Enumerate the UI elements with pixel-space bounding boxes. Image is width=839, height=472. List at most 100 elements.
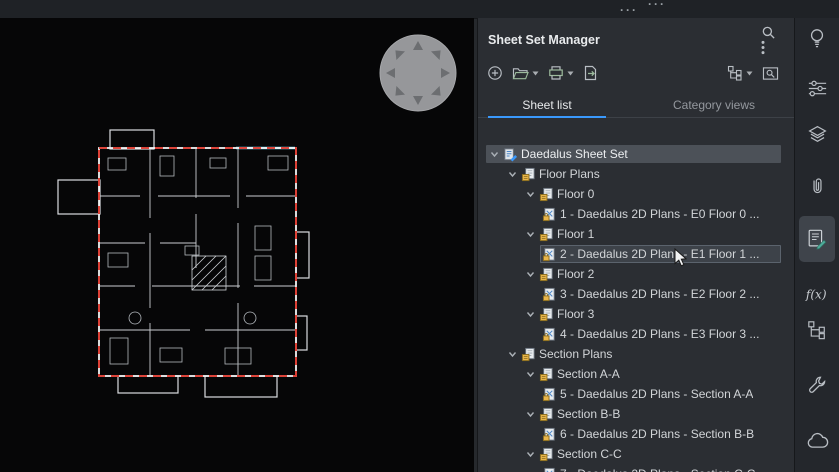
sheet-icon (542, 467, 557, 472)
chevron-down-icon[interactable] (524, 310, 536, 319)
open-sheetset-button[interactable] (511, 65, 540, 82)
sheet-set-manager-icon (806, 228, 828, 250)
sheet-icon (542, 327, 557, 342)
chevron-down-icon[interactable] (524, 230, 536, 239)
cloud-button[interactable] (801, 424, 833, 456)
dropdown-caret-icon (532, 71, 539, 76)
sliders-icon (807, 79, 828, 98)
sheet-set-icon (503, 147, 518, 162)
panel-menu-button[interactable] (761, 40, 776, 55)
tree-item-label: 2 - Daedalus 2D Plans - E1 Floor 1 ... (560, 247, 760, 261)
dropdown-caret-icon (746, 71, 753, 76)
tree-item[interactable]: Floor 2 (478, 264, 781, 284)
tree-item[interactable]: Floor Plans (478, 164, 781, 184)
tree-item[interactable]: Floor 0 (478, 184, 781, 204)
tree-item[interactable]: 4 - Daedalus 2D Plans - E3 Floor 3 ... (478, 324, 781, 344)
tree-item[interactable]: Section C-C (478, 444, 781, 464)
chevron-down-icon[interactable] (506, 170, 518, 179)
chevron-down-icon[interactable] (524, 190, 536, 199)
lightbulb-icon (807, 27, 827, 49)
tab-category-views[interactable]: Category views (636, 92, 792, 117)
tree-item[interactable]: 3 - Daedalus 2D Plans - E2 Floor 2 ... (478, 284, 781, 304)
drawing-canvas[interactable] (0, 18, 474, 472)
subset-icon (539, 187, 554, 202)
chevron-down-icon[interactable] (524, 410, 536, 419)
chevron-down-icon[interactable] (524, 450, 536, 459)
tree-item[interactable]: 5 - Daedalus 2D Plans - Section A-A (478, 384, 781, 404)
tree-item[interactable]: Floor 1 (478, 224, 781, 244)
chevron-down-icon[interactable] (524, 370, 536, 379)
tips-button[interactable] (801, 22, 833, 54)
tree-item-label: 6 - Daedalus 2D Plans - Section B-B (560, 427, 755, 441)
publish-icon (583, 65, 599, 81)
print-button[interactable] (547, 64, 575, 82)
sheet-icon (542, 247, 557, 262)
tree-item-label: 7 - Daedalus 2D Plans - Section C-C (560, 467, 755, 472)
attachments-button[interactable] (801, 170, 833, 202)
structure-icon (807, 320, 827, 340)
tree-item-label: 4 - Daedalus 2D Plans - E3 Floor 3 ... (560, 327, 760, 341)
tree-item[interactable]: Section Plans (478, 344, 781, 364)
tree-item-label: Floor 1 (557, 227, 595, 241)
panel-toolbar (478, 60, 794, 86)
tree-item[interactable]: 7 - Daedalus 2D Plans - Section C-C (478, 464, 781, 472)
panel-header-icons (747, 25, 776, 55)
subset-icon (539, 447, 554, 462)
tree-item-label: Floor Plans (539, 167, 600, 181)
printer-icon (548, 65, 564, 81)
toolbar-left-group (486, 64, 600, 82)
sheet-icon (542, 427, 557, 442)
tree-item-label: Section Plans (539, 347, 613, 361)
overflow-dots[interactable]: ··· (620, 4, 638, 16)
sheet-set-manager-button[interactable] (799, 216, 835, 262)
tree-item[interactable]: Floor 3 (478, 304, 781, 324)
structure-button[interactable] (801, 314, 833, 346)
overflow-dots[interactable]: ··· (648, 0, 666, 10)
panel-tabs: Sheet list Category views (478, 92, 794, 118)
subset-icon (521, 167, 536, 182)
wrench-icon (807, 375, 827, 395)
tree-view-icon (727, 65, 743, 81)
tree-item[interactable]: Section A-A (478, 364, 781, 384)
panel-header: Sheet Set Manager (478, 25, 794, 55)
properties-button[interactable] (801, 72, 833, 104)
fields-button[interactable]: f(x) (801, 278, 833, 310)
tree-item[interactable]: 2 - Daedalus 2D Plans - E1 Floor 1 ... (478, 244, 781, 264)
sheet-tree: Daedalus Sheet Set Floor Plans Floor 0 1 - … (478, 144, 781, 472)
tree-item[interactable]: Daedalus Sheet Set (478, 144, 781, 164)
publish-button[interactable] (582, 64, 600, 82)
tree-item[interactable]: Section B-B (478, 404, 781, 424)
svg-text:f(x): f(x) (805, 288, 827, 302)
tree-item-label: Floor 3 (557, 307, 595, 321)
tree-item-label: Floor 2 (557, 267, 595, 281)
customize-button[interactable] (801, 369, 833, 401)
chevron-down-icon[interactable] (506, 350, 518, 359)
search-icon (761, 25, 776, 40)
search-button[interactable] (761, 25, 776, 40)
view-options-button[interactable] (726, 64, 754, 82)
new-sheet-button[interactable] (486, 64, 504, 82)
tree-item[interactable]: 1 - Daedalus 2D Plans - E0 Floor 0 ... (478, 204, 781, 224)
tree-item-label: Section A-A (557, 367, 620, 381)
tree-item[interactable]: 6 - Daedalus 2D Plans - Section B-B (478, 424, 781, 444)
top-bar: ··· ··· (0, 0, 839, 19)
subset-icon (539, 267, 554, 282)
tab-sheet-list[interactable]: Sheet list (488, 92, 606, 117)
chevron-down-icon[interactable] (524, 270, 536, 279)
fx-icon: f(x) (805, 285, 830, 303)
chevron-down-icon[interactable] (488, 150, 500, 159)
sheet-icon (542, 207, 557, 222)
navigation-wheel[interactable] (378, 33, 458, 113)
sheet-set-manager-panel: Sheet Set Manager Sheet list Category vi… (477, 18, 794, 472)
layers-button[interactable] (801, 118, 833, 150)
preview-toggle-button[interactable] (761, 65, 780, 82)
subset-icon (539, 307, 554, 322)
